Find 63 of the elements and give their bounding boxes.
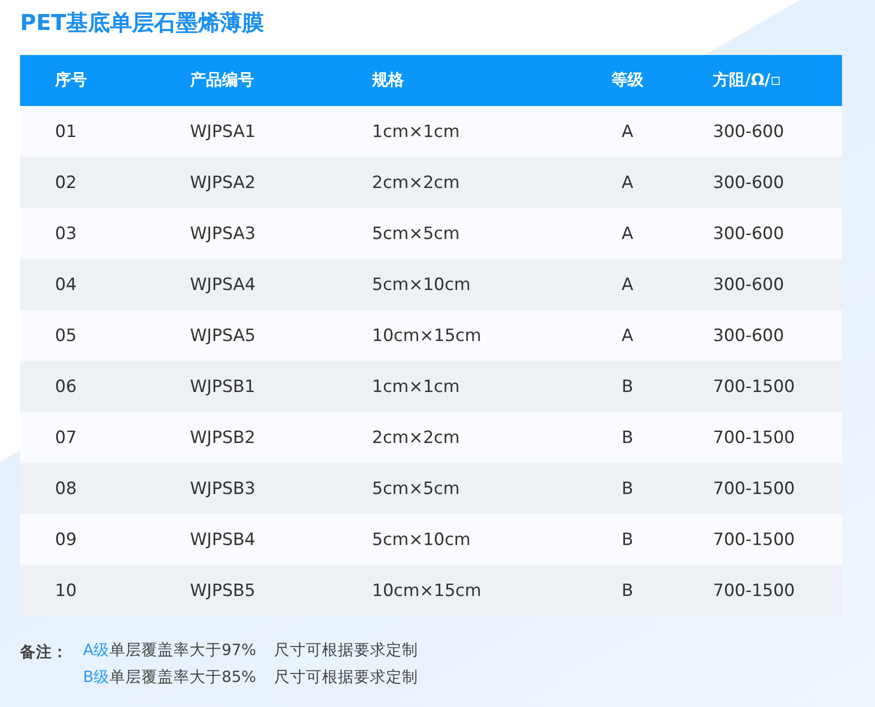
table-cell-text: WJPSA5	[190, 326, 257, 346]
table-cell-text: 5cm×10cm	[372, 530, 472, 550]
table-cell-text: 300-600	[712, 122, 784, 142]
column-header: 产品编号	[190, 70, 255, 91]
table-cell-text: 10	[54, 580, 78, 600]
table-cell-text: WJPSA3	[190, 224, 257, 244]
table-cell-text: WJPSA2	[190, 172, 257, 192]
page-title: PET基底单层石墨烯薄膜	[20, 10, 266, 38]
table-cell-text: WJPSB4	[190, 530, 256, 550]
table-cell-text: 700-1500	[712, 376, 795, 396]
column-header: 方阻/Ω/▫	[712, 70, 782, 91]
table-cell-text: 2cm×2cm	[372, 428, 461, 448]
table-cell-text: 300-600	[712, 274, 784, 294]
table-cell-text: 700-1500	[712, 428, 795, 448]
table-cell-text: 5cm×5cm	[372, 478, 461, 498]
table-cell-text: 300-600	[712, 172, 784, 192]
table-cell-text: 1cm×1cm	[372, 376, 461, 396]
table-cell-text: WJPSB1	[190, 376, 256, 396]
table-cell-text: 700-1500	[712, 530, 795, 550]
column-header: 等级	[610, 70, 644, 91]
table-cell-text: B	[620, 428, 634, 448]
table-cell-text: 700-1500	[712, 478, 795, 498]
table-cell-text: 07	[54, 428, 78, 448]
table-cell-text: A	[620, 224, 634, 244]
table-cell-text: B	[620, 580, 634, 600]
column-header: 规格	[372, 70, 405, 91]
table-cell-text: B	[620, 376, 634, 396]
table-cell-text: WJPSA4	[190, 274, 257, 294]
grade-label: B级	[83, 667, 110, 688]
table-cell-text: B	[620, 478, 634, 498]
grade-label: A级	[83, 640, 110, 661]
table-cell-text: 300-600	[712, 326, 784, 346]
table-cell-text: 09	[54, 530, 78, 550]
table-cell-text: A	[620, 122, 634, 142]
table-cell-text: 06	[54, 376, 78, 396]
table-cell-text: 10cm×15cm	[372, 580, 482, 600]
table-cell-text: 08	[54, 478, 78, 498]
table-cell-text: 700-1500	[712, 580, 795, 600]
table-cell-text: WJPSA1	[190, 122, 257, 142]
note-text: 尺寸可根据要求定制	[274, 667, 418, 688]
table-cell-text: A	[620, 172, 634, 192]
table-cell-text: 04	[54, 274, 78, 294]
table-cell-text: WJPSB3	[190, 478, 256, 498]
notes-label: 备注：	[20, 642, 69, 663]
table-cell-text: 2cm×2cm	[372, 172, 461, 192]
table-cell-text: 03	[54, 224, 78, 244]
table-cell-text: B	[620, 530, 634, 550]
table-cell-text: 1cm×1cm	[372, 122, 461, 142]
note-text: 尺寸可根据要求定制	[274, 640, 418, 661]
table-cell-text: A	[620, 326, 634, 346]
note-text: 单层覆盖率大于85%	[110, 667, 256, 688]
table-cell-text: 10cm×15cm	[372, 326, 482, 346]
table-cell-text: 05	[54, 326, 78, 346]
table-cell-text: 300-600	[712, 224, 784, 244]
table-cell-text: WJPSB2	[190, 428, 256, 448]
table-cell-text: WJPSB5	[190, 580, 256, 600]
table-cell-text: 01	[54, 122, 78, 142]
table-cell-text: 02	[54, 172, 78, 192]
table-cell-text: 5cm×10cm	[372, 274, 472, 294]
table-cell-text: 5cm×5cm	[372, 224, 461, 244]
column-header: 序号	[54, 70, 88, 91]
note-text: 单层覆盖率大于97%	[110, 640, 256, 661]
table-cell-text: A	[620, 274, 634, 294]
